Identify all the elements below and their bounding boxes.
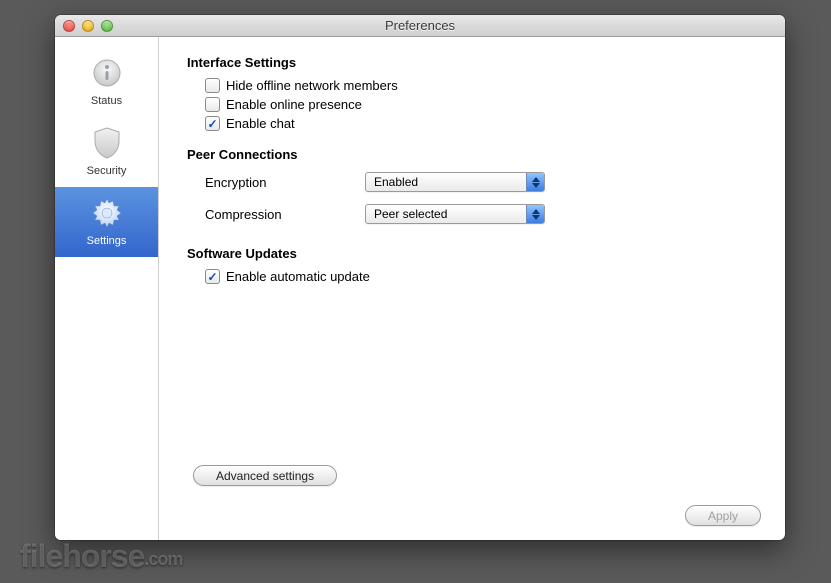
advanced-settings-button[interactable]: Advanced settings — [193, 465, 337, 486]
online-presence-label: Enable online presence — [226, 97, 362, 112]
sidebar-item-label: Security — [87, 165, 127, 177]
sidebar: Status Security — [55, 37, 159, 540]
online-presence-row: Enable online presence — [205, 97, 761, 112]
content-pane: Interface Settings Hide offline network … — [159, 37, 785, 540]
encryption-value: Enabled — [366, 175, 526, 189]
titlebar[interactable]: Preferences — [55, 15, 785, 37]
compression-value: Peer selected — [366, 207, 526, 221]
zoom-button[interactable] — [101, 20, 113, 32]
hide-offline-checkbox[interactable] — [205, 78, 220, 93]
minimize-button[interactable] — [82, 20, 94, 32]
window-body: Status Security — [55, 37, 785, 540]
sidebar-item-security[interactable]: Security — [55, 117, 158, 187]
apply-button[interactable]: Apply — [685, 505, 761, 526]
watermark-suffix: .com — [144, 549, 182, 569]
auto-update-row: Enable automatic update — [205, 269, 761, 284]
enable-chat-checkbox[interactable] — [205, 116, 220, 131]
select-arrows-icon — [526, 205, 544, 223]
auto-update-checkbox[interactable] — [205, 269, 220, 284]
compression-row: Compression Peer selected — [205, 204, 761, 224]
close-button[interactable] — [63, 20, 75, 32]
compression-label: Compression — [205, 207, 365, 222]
compression-select[interactable]: Peer selected — [365, 204, 545, 224]
traffic-lights — [63, 20, 113, 32]
watermark-main: filehorse — [20, 538, 144, 574]
encryption-select[interactable]: Enabled — [365, 172, 545, 192]
select-arrows-icon — [526, 173, 544, 191]
info-icon — [87, 55, 127, 91]
gear-icon — [87, 195, 127, 231]
section-heading-interface: Interface Settings — [187, 55, 761, 70]
encryption-row: Encryption Enabled — [205, 172, 761, 192]
shield-icon — [87, 125, 127, 161]
sidebar-item-label: Settings — [87, 235, 127, 247]
preferences-window: Preferences — [55, 15, 785, 540]
encryption-label: Encryption — [205, 175, 365, 190]
enable-chat-row: Enable chat — [205, 116, 761, 131]
enable-chat-label: Enable chat — [226, 116, 295, 131]
sidebar-item-status[interactable]: Status — [55, 47, 158, 117]
section-heading-peer: Peer Connections — [187, 147, 761, 162]
window-title: Preferences — [55, 18, 785, 33]
section-heading-updates: Software Updates — [187, 246, 761, 261]
auto-update-label: Enable automatic update — [226, 269, 370, 284]
watermark: filehorse.com — [20, 538, 182, 575]
hide-offline-label: Hide offline network members — [226, 78, 398, 93]
sidebar-item-settings[interactable]: Settings — [55, 187, 158, 257]
hide-offline-row: Hide offline network members — [205, 78, 761, 93]
online-presence-checkbox[interactable] — [205, 97, 220, 112]
sidebar-item-label: Status — [91, 95, 122, 107]
